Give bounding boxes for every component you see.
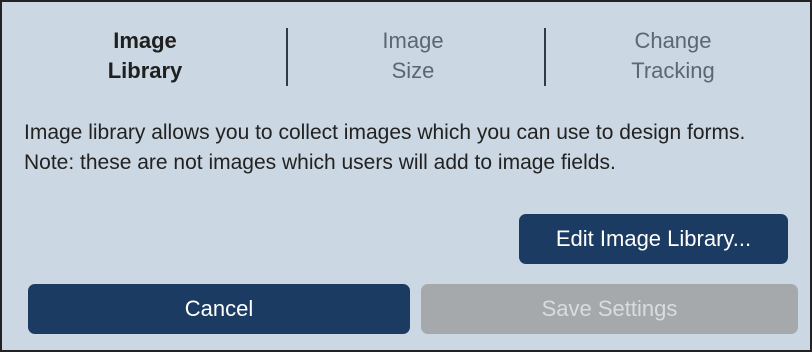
tab-image-library[interactable]: Image Library <box>20 26 270 86</box>
tab-bar: Image Library Image Size Change Tracking <box>20 16 810 96</box>
edit-image-library-button[interactable]: Edit Image Library... <box>519 214 788 264</box>
tab-image-library-label-line1: Image <box>113 28 177 53</box>
image-library-description: Image library allows you to collect imag… <box>24 121 746 174</box>
tab-change-tracking[interactable]: Change Tracking <box>548 26 798 86</box>
tab-image-library-label-line2: Library <box>107 58 183 83</box>
save-settings-button[interactable]: Save Settings <box>421 284 798 334</box>
tab-change-tracking-label-line1: Change <box>634 28 712 53</box>
image-settings-panel: Image Library Image Size Change Tracking… <box>0 0 812 352</box>
tab-image-size-label-line1: Image <box>382 28 444 53</box>
tab-change-tracking-label-line2: Tracking <box>631 58 715 83</box>
tab-image-size[interactable]: Image Size <box>288 26 538 86</box>
tab-divider <box>544 28 546 86</box>
tab-image-size-label-line2: Size <box>391 58 435 83</box>
cancel-button[interactable]: Cancel <box>28 284 410 334</box>
